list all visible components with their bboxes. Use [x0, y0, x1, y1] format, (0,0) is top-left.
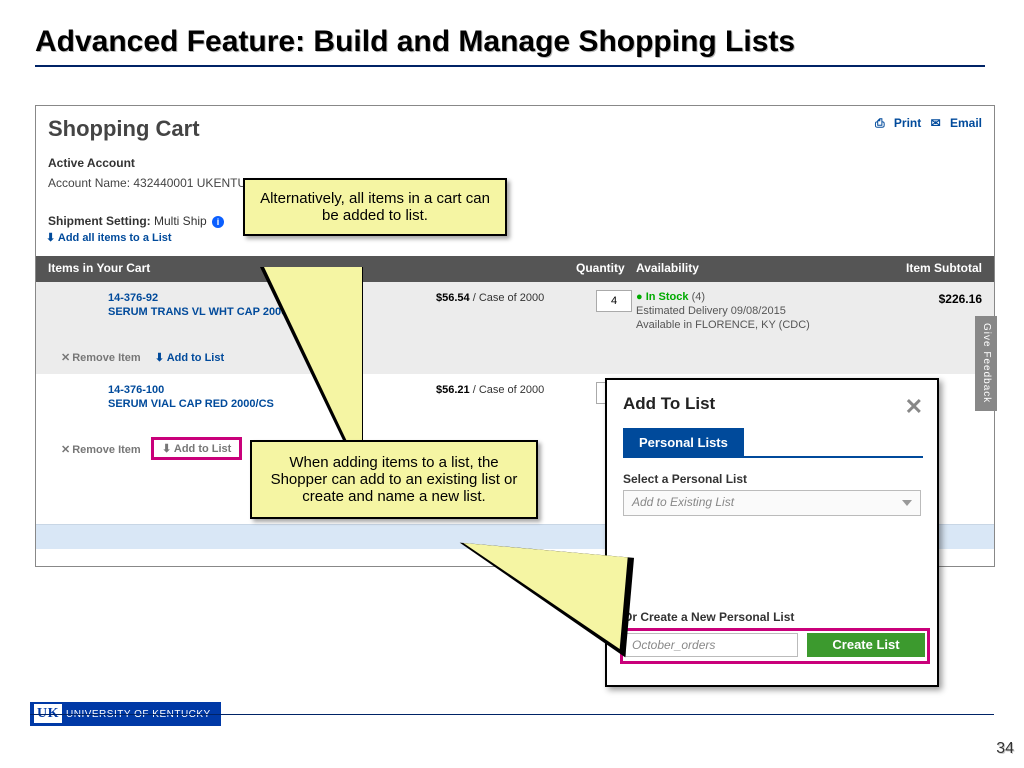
col-avail: Availability — [636, 261, 699, 275]
download-icon: ⬇ — [46, 232, 55, 244]
print-email-links: ⎙ Print ✉ Email — [869, 116, 982, 131]
slide-title: Advanced Feature: Build and Manage Shopp… — [35, 25, 795, 59]
price-unit: / Case of 2000 — [470, 384, 545, 396]
create-list-button[interactable]: Create List — [807, 633, 925, 657]
select-list-label: Select a Personal List — [623, 472, 747, 486]
shipment-label: Shipment Setting: — [48, 214, 151, 228]
remove-item-link[interactable]: Remove Item — [72, 444, 140, 456]
available-at: Available in FLORENCE, KY (CDC) — [636, 319, 810, 331]
page-number: 34 — [996, 740, 1014, 758]
instock-label: In Stock — [646, 291, 689, 303]
account-name: Account Name: 432440001 UKENTUCK — [48, 176, 263, 190]
email-link[interactable]: Email — [950, 116, 982, 130]
feedback-tab[interactable]: Give Feedback — [975, 316, 997, 411]
add-all-label: Add all items to a List — [58, 232, 172, 244]
add-to-list-popup: Add To List ✕ Personal Lists Select a Pe… — [605, 378, 939, 687]
shipment-value: Multi Ship — [154, 214, 207, 228]
item-subtotal: $226.16 — [939, 292, 982, 306]
callout-add-all: Alternatively, all items in a cart can b… — [243, 178, 507, 236]
col-items: Items in Your Cart — [48, 261, 150, 275]
cart-heading: Shopping Cart — [48, 116, 200, 142]
email-icon: ✉ — [931, 116, 941, 130]
callout-create-list: When adding items to a list, the Shopper… — [250, 440, 538, 519]
print-link[interactable]: Print — [894, 116, 921, 130]
create-list-row-highlighted: October_orders Create List — [620, 628, 930, 664]
add-all-items-link[interactable]: ⬇ Add all items to a List — [46, 231, 172, 244]
delivery-est: Estimated Delivery 09/08/2015 — [636, 305, 786, 317]
price-bold: $56.54 — [436, 292, 470, 304]
remove-item-link[interactable]: Remove Item — [72, 352, 140, 364]
dropdown-placeholder: Add to Existing List — [632, 495, 734, 509]
select-list-dropdown[interactable]: Add to Existing List — [623, 490, 921, 516]
footer-line — [30, 714, 994, 715]
item-sku[interactable]: 14-376-100 — [108, 384, 164, 396]
close-icon: ✕ — [61, 352, 70, 364]
print-icon: ⎙ — [875, 116, 885, 130]
active-account-label: Active Account — [48, 156, 135, 170]
tab-underline — [623, 456, 923, 458]
item-sku[interactable]: 14-376-92 — [108, 292, 158, 304]
price-bold: $56.21 — [436, 384, 470, 396]
title-underline — [35, 65, 985, 67]
item-price: $56.21 / Case of 2000 — [436, 384, 544, 396]
instock-qty: (4) — [692, 291, 705, 303]
add-to-list-label: Add to List — [174, 443, 231, 455]
item-price: $56.54 / Case of 2000 — [436, 292, 544, 304]
price-unit: / Case of 2000 — [470, 292, 545, 304]
close-icon[interactable]: ✕ — [905, 394, 923, 420]
item-name[interactable]: SERUM VIAL CAP RED 2000/CS — [108, 398, 274, 410]
availability: ● In Stock (4) Estimated Delivery 09/08/… — [636, 290, 810, 332]
col-sub: Item Subtotal — [906, 261, 982, 275]
chevron-down-icon — [902, 500, 912, 506]
close-icon: ✕ — [61, 444, 70, 456]
add-to-list-highlighted[interactable]: ⬇ Add to List — [151, 437, 242, 460]
new-list-name-input[interactable]: October_orders — [625, 633, 798, 657]
row-actions: ✕Remove Item — [61, 443, 141, 456]
download-icon: ⬇ — [155, 352, 164, 364]
row-actions: ✕Remove Item ⬇ Add to List — [61, 351, 224, 364]
check-icon: ● — [636, 291, 643, 303]
add-to-list-link[interactable]: Add to List — [167, 352, 224, 364]
col-qty: Quantity — [576, 261, 625, 275]
download-icon: ⬇ — [162, 443, 171, 455]
tab-personal-lists[interactable]: Personal Lists — [623, 428, 744, 457]
shipment-setting: Shipment Setting: Multi Ship i — [48, 214, 224, 228]
table-header: Items in Your Cart Quantity Availability… — [36, 256, 994, 282]
or-create-label: Or Create a New Personal List — [623, 610, 794, 624]
popup-title: Add To List — [623, 394, 715, 414]
info-icon[interactable]: i — [212, 216, 224, 228]
cart-row: 14-376-92 SERUM TRANS VL WHT CAP 2000/CS… — [36, 282, 994, 374]
callout-tail — [455, 543, 627, 649]
qty-input[interactable]: 4 — [596, 290, 632, 312]
